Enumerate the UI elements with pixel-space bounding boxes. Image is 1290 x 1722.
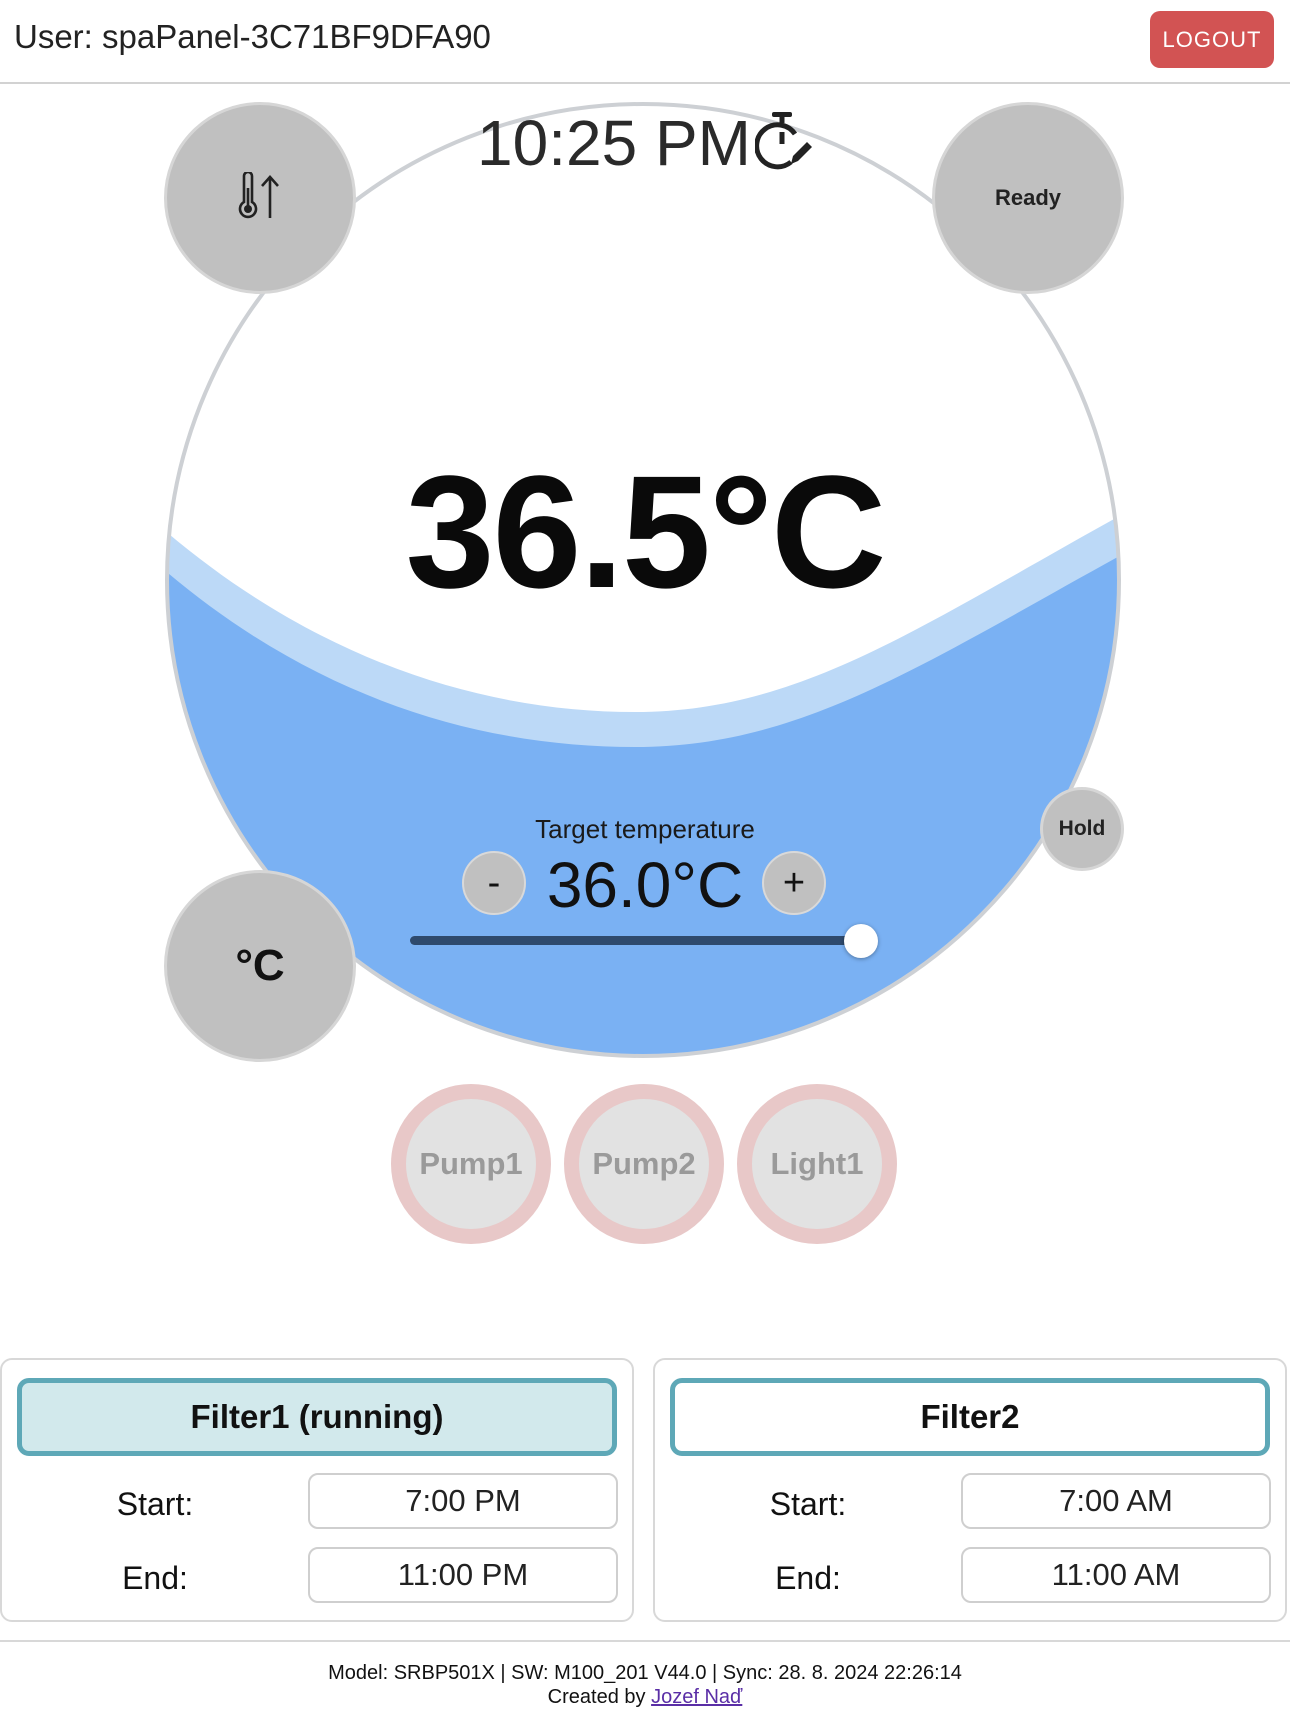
filter1-card: Filter1 (running) Start: 7:00 PM End: 11… (0, 1358, 634, 1622)
user-label: User: spaPanel-3C71BF9DFA90 (14, 18, 491, 55)
light1-button[interactable]: Light1 (737, 1084, 897, 1244)
heat-mode-button[interactable] (164, 102, 356, 294)
footer-credit: Created by Jozef Naď (0, 1686, 1290, 1709)
filter1-title-button[interactable]: Filter1 (running) (17, 1378, 617, 1456)
filter2-end-label: End: (775, 1560, 841, 1596)
pump1-button[interactable]: Pump1 (391, 1084, 551, 1244)
pump2-button[interactable]: Pump2 (564, 1084, 724, 1244)
author-link[interactable]: Jozef Naď (651, 1686, 742, 1708)
decrease-temperature-button[interactable]: - (462, 851, 526, 915)
filter2-title-button[interactable]: Filter2 (670, 1378, 1270, 1456)
target-temperature-slider[interactable] (410, 936, 876, 945)
filter1-end-time-input[interactable]: 11:00 PM (308, 1547, 618, 1603)
footer-device-info: Model: SRBP501X | SW: M100_201 V44.0 | S… (328, 1662, 962, 1684)
temperature-unit-button[interactable]: °C (164, 870, 356, 1062)
filter1-end-label: End: (122, 1560, 188, 1596)
increase-temperature-button[interactable]: + (762, 851, 826, 915)
current-temperature: 36.5°C (405, 442, 887, 621)
hold-button[interactable]: Hold (1040, 787, 1124, 871)
filter1-start-time-input[interactable]: 7:00 PM (308, 1473, 618, 1529)
header-bar: User: spaPanel-3C71BF9DFA90 LOGOUT (0, 0, 1290, 84)
filter2-start-time-input[interactable]: 7:00 AM (961, 1473, 1271, 1529)
timer-edit-icon[interactable] (754, 110, 813, 187)
filter1-start-label: Start: (116, 1486, 194, 1522)
footer-created-by: Created by (547, 1686, 646, 1708)
ready-mode-button[interactable]: Ready (932, 102, 1124, 294)
thermometer-up-icon (234, 170, 286, 225)
slider-thumb[interactable] (844, 924, 878, 958)
filter2-card: Filter2 Start: 7:00 AM End: 11:00 AM (653, 1358, 1287, 1622)
clock-time: 10:25 PM (477, 107, 751, 179)
footer: Model: SRBP501X | SW: M100_201 V44.0 | S… (0, 1640, 1290, 1708)
filter2-end-time-input[interactable]: 11:00 AM (961, 1547, 1271, 1603)
filter2-start-label: Start: (769, 1486, 847, 1522)
logout-button[interactable]: LOGOUT (1150, 11, 1274, 68)
